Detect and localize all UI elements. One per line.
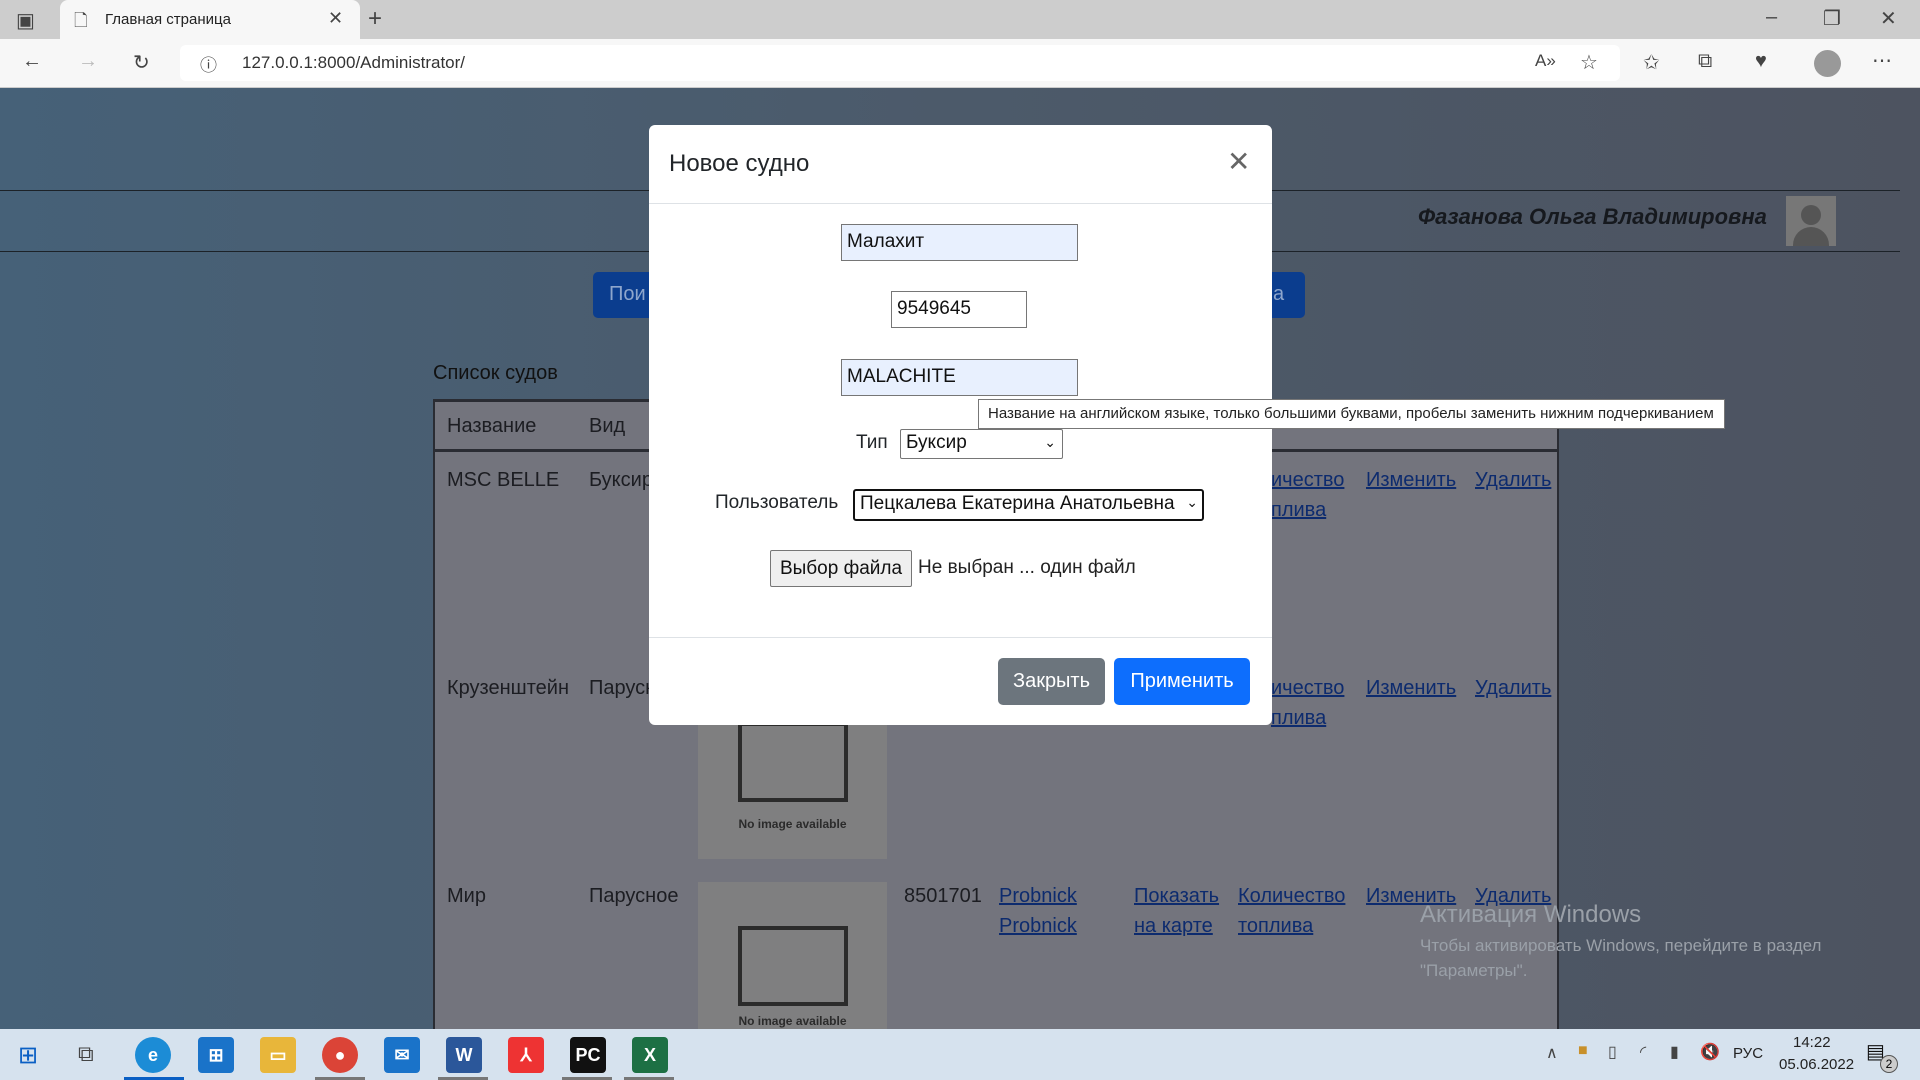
browser-tab[interactable]: 🗋 Главная страница ✕ xyxy=(60,0,360,39)
taskbar: ⊞ ⧉ e ⊞ ▭ ● ✉ W ⅄ PC X ∧ ■ ▯ ◜ ▮ 🔇 РУС 1… xyxy=(0,1029,1920,1080)
image-icon xyxy=(738,926,848,1006)
tab-title: Главная страница xyxy=(105,11,231,28)
type-value: Буксир xyxy=(906,432,967,453)
ship-imo: 8501701 xyxy=(904,885,982,907)
minimize-icon[interactable]: – xyxy=(1766,6,1777,29)
tooltip: Название на английском языке, только бол… xyxy=(978,399,1725,429)
explorer-icon[interactable]: ▭ xyxy=(260,1037,296,1073)
fuel-link[interactable]: плива xyxy=(1271,703,1326,733)
apply-button[interactable]: Применить xyxy=(1114,658,1250,705)
wifi-icon[interactable]: ◜ xyxy=(1640,1042,1646,1062)
choose-file-button[interactable]: Выбор файла xyxy=(770,550,912,587)
image-icon xyxy=(738,722,848,802)
show-on-map-link[interactable]: Показать xyxy=(1134,881,1219,911)
edge-icon[interactable]: e xyxy=(135,1037,171,1073)
type-label: Тип xyxy=(856,432,888,453)
ship-name: Крузенштейн xyxy=(447,677,569,699)
pdf-icon[interactable]: ⅄ xyxy=(508,1037,544,1073)
fuel-link[interactable]: Количество xyxy=(1238,881,1345,911)
ship-type: Парусн xyxy=(589,677,657,699)
store-icon[interactable]: ⊞ xyxy=(198,1037,234,1073)
ship-type: Парусное xyxy=(589,885,679,907)
chevron-down-icon: ⌄ xyxy=(1044,434,1056,450)
file-status: Не выбран ... один файл xyxy=(918,557,1136,578)
fuel-link[interactable]: ичество xyxy=(1271,673,1344,703)
new-tab-icon[interactable]: + xyxy=(368,5,382,33)
chrome-icon[interactable]: ● xyxy=(322,1037,358,1073)
ship-name: MSC BELLE xyxy=(447,469,560,491)
list-title: Список судов xyxy=(433,362,558,384)
clock-time[interactable]: 14:22 xyxy=(1793,1034,1831,1051)
sidebar-toggle-icon[interactable]: ▣ xyxy=(16,8,35,33)
edit-link[interactable]: Изменить xyxy=(1366,465,1456,495)
back-icon[interactable]: ← xyxy=(22,50,42,73)
profile-avatar[interactable] xyxy=(1814,50,1841,77)
close-tab-icon[interactable]: ✕ xyxy=(328,8,343,29)
fuel-link[interactable]: ичество xyxy=(1271,465,1344,495)
fuel-link[interactable]: плива xyxy=(1271,495,1326,525)
ship-name-input[interactable]: Малахит xyxy=(841,224,1078,261)
user-label: Пользователь xyxy=(715,492,839,513)
owner-link[interactable]: Probnick xyxy=(999,911,1077,941)
camera-icon[interactable]: ▯ xyxy=(1608,1042,1617,1062)
english-name-input[interactable]: MALACHITE xyxy=(841,359,1078,396)
address-input[interactable]: ⓘ 127.0.0.1:8000/Administrator/ A» ☆ xyxy=(180,45,1620,81)
collections-icon[interactable]: ⧉ xyxy=(1698,50,1712,73)
activation-watermark-text: Чтобы активировать Windows, перейдите в … xyxy=(1420,936,1822,955)
type-select[interactable]: Буксир ⌄ xyxy=(900,429,1063,459)
favorites-icon[interactable]: ✩ xyxy=(1643,50,1660,75)
url-text: 127.0.0.1:8000/Administrator/ xyxy=(242,53,466,72)
delete-link[interactable]: Удалить xyxy=(1475,465,1551,495)
mail-icon[interactable]: ✉ xyxy=(384,1037,420,1073)
close-button[interactable]: Закрыть xyxy=(998,658,1105,705)
tray-app-icon[interactable]: ■ xyxy=(1578,1042,1588,1060)
restore-icon[interactable]: ❐ xyxy=(1823,6,1841,31)
notification-count: 2 xyxy=(1880,1055,1898,1073)
forward-icon[interactable]: → xyxy=(78,50,98,73)
battery-icon[interactable]: ▮ xyxy=(1670,1042,1679,1062)
page-icon: 🗋 xyxy=(74,11,88,30)
tray-chevron-up-icon[interactable]: ∧ xyxy=(1546,1043,1558,1063)
delete-link[interactable]: Удалить xyxy=(1475,673,1551,703)
pycharm-icon[interactable]: PC xyxy=(570,1037,606,1073)
ship-type: Буксир xyxy=(589,469,653,491)
reload-icon[interactable]: ↻ xyxy=(133,50,150,75)
health-icon[interactable]: ♥ xyxy=(1755,50,1767,73)
imo-input[interactable]: 9549645 xyxy=(891,291,1027,328)
user-select[interactable]: Пецкалева Екатерина Анатольевна ⌄ xyxy=(853,489,1204,521)
no-image-caption: No image available xyxy=(738,1014,847,1028)
activation-watermark-text: "Параметры". xyxy=(1420,961,1528,980)
column-header-name: Название xyxy=(447,415,537,437)
show-on-map-link[interactable]: на карте xyxy=(1134,911,1213,941)
start-icon[interactable]: ⊞ xyxy=(18,1041,38,1070)
browser-tab-bar: ▣ 🗋 Главная страница ✕ + – ❐ ✕ xyxy=(0,0,1920,39)
edit-link[interactable]: Изменить xyxy=(1366,673,1456,703)
volume-muted-icon[interactable]: 🔇 xyxy=(1700,1042,1720,1062)
clock-date[interactable]: 05.06.2022 xyxy=(1779,1056,1854,1073)
column-header-type: Вид xyxy=(589,415,626,437)
read-aloud-icon[interactable]: A» xyxy=(1535,51,1556,71)
chevron-down-icon: ⌄ xyxy=(1186,494,1198,510)
ship-image-placeholder: No image available xyxy=(698,882,887,1042)
ship-name: Мир xyxy=(447,885,486,907)
activation-watermark-title: Активация Windows xyxy=(1420,901,1642,928)
fuel-link[interactable]: топлива xyxy=(1238,911,1313,941)
close-icon[interactable]: ✕ xyxy=(1227,145,1250,178)
task-view-icon[interactable]: ⧉ xyxy=(78,1041,94,1067)
word-icon[interactable]: W xyxy=(446,1037,482,1073)
user-value: Пецкалева Екатерина Анатольевна xyxy=(860,493,1175,514)
owner-link[interactable]: Probnick xyxy=(999,881,1077,911)
add-favorite-icon[interactable]: ☆ xyxy=(1580,50,1598,75)
close-window-icon[interactable]: ✕ xyxy=(1880,6,1897,31)
language-indicator[interactable]: РУС xyxy=(1733,1045,1763,1062)
address-bar-row: ← → ↻ ⓘ 127.0.0.1:8000/Administrator/ A»… xyxy=(0,39,1920,88)
no-image-caption: No image available xyxy=(738,817,847,831)
user-avatar[interactable] xyxy=(1786,196,1836,246)
excel-icon[interactable]: X xyxy=(632,1037,668,1073)
modal-title: Новое судно xyxy=(669,150,810,177)
more-icon[interactable]: ⋯ xyxy=(1872,48,1892,73)
info-icon: ⓘ xyxy=(200,56,217,75)
user-name: Фазанова Ольга Владимировна xyxy=(1418,204,1767,229)
